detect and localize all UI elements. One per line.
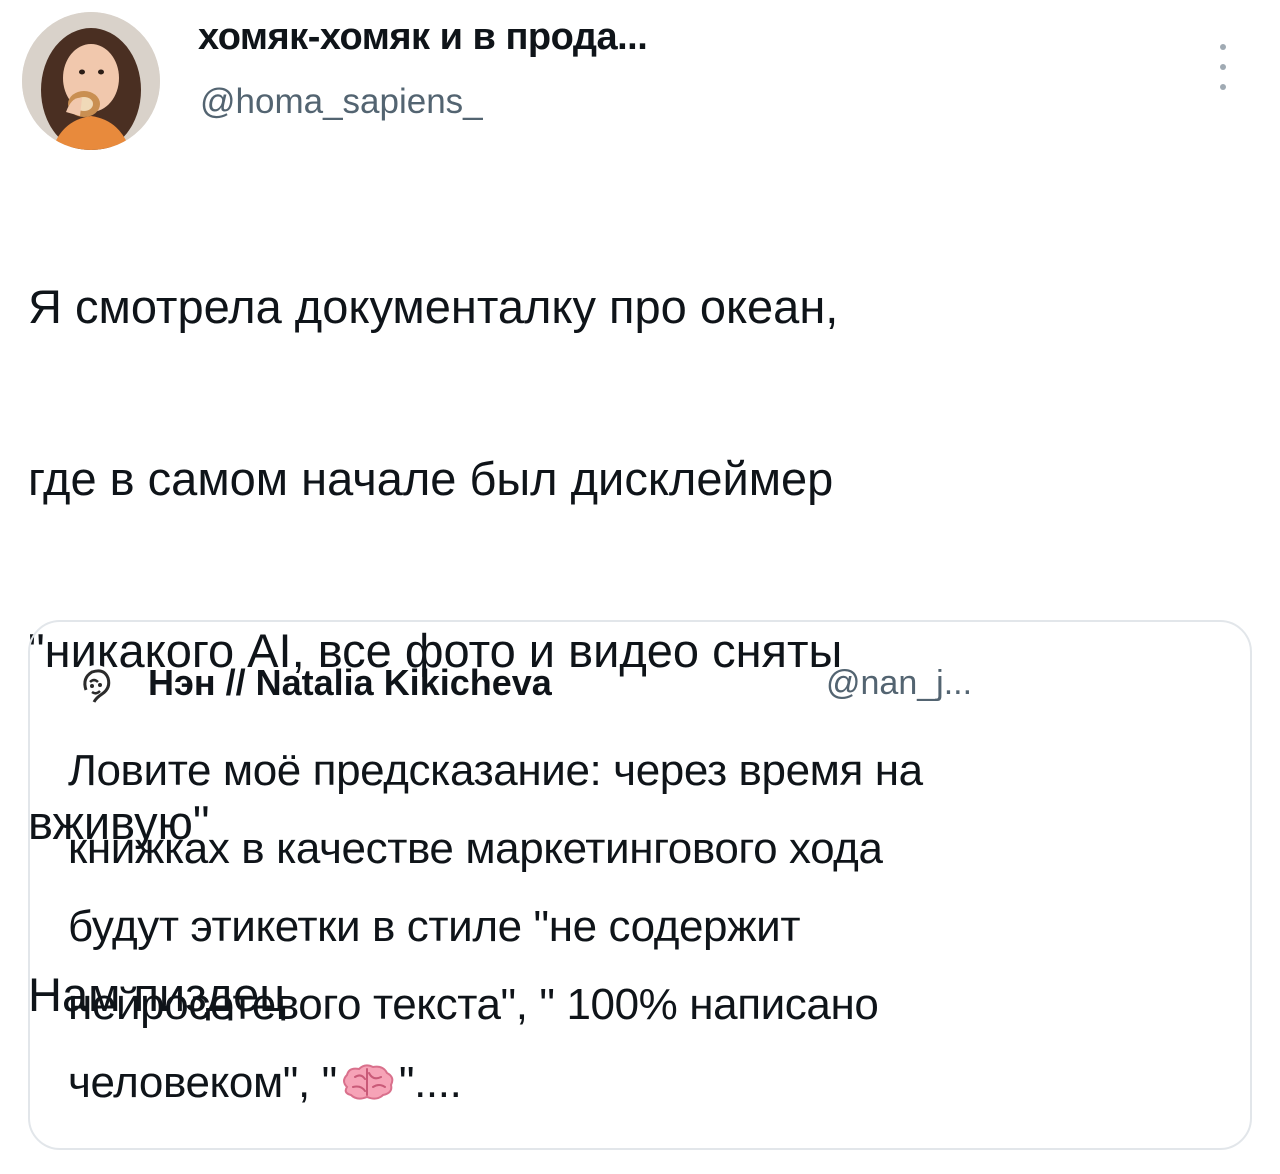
- author-handle[interactable]: @homa_sapiens_: [200, 82, 483, 122]
- brain-icon: [339, 1050, 397, 1100]
- dot-icon: [1220, 84, 1226, 90]
- quote-text-fragment: человеком", ": [68, 1058, 337, 1107]
- tweet-text-line: Я смотрела документалку про океан,: [28, 280, 839, 333]
- tweet-text-line: где в самом начале был дисклеймер: [28, 452, 834, 505]
- dot-icon: [1220, 44, 1226, 50]
- quote-text-line: будут этикетки в стиле "не содержит: [68, 902, 801, 951]
- quote-text-line: Ловите моё предсказание: через время на: [68, 746, 923, 795]
- quote-author-name[interactable]: Нэн // Natalia Kikicheva: [148, 662, 552, 704]
- quote-author-handle[interactable]: @nan_j...: [826, 664, 972, 703]
- tweet: хомяк-хомяк и в прода... @homa_sapiens_ …: [0, 0, 1280, 1174]
- quote-text-line: нейросетевого текста", " 100% написано: [68, 980, 879, 1029]
- quote-text-fragment: "....: [398, 1058, 462, 1107]
- quoted-tweet-card[interactable]: Нэн // Natalia Kikicheva @nan_j... Ловит…: [28, 620, 1252, 1150]
- quote-text: Ловите моё предсказание: через время на …: [68, 732, 1228, 1122]
- dot-icon: [1220, 64, 1226, 70]
- author-avatar[interactable]: [22, 12, 160, 150]
- quote-text-line: книжках в качестве маркетингового хода: [68, 824, 883, 873]
- quote-text-line-last: человеком", " "....: [68, 1044, 1228, 1122]
- quote-author-avatar[interactable]: [76, 664, 116, 704]
- author-name[interactable]: хомяк-хомяк и в прода...: [198, 16, 648, 59]
- more-options-icon[interactable]: [1208, 44, 1238, 90]
